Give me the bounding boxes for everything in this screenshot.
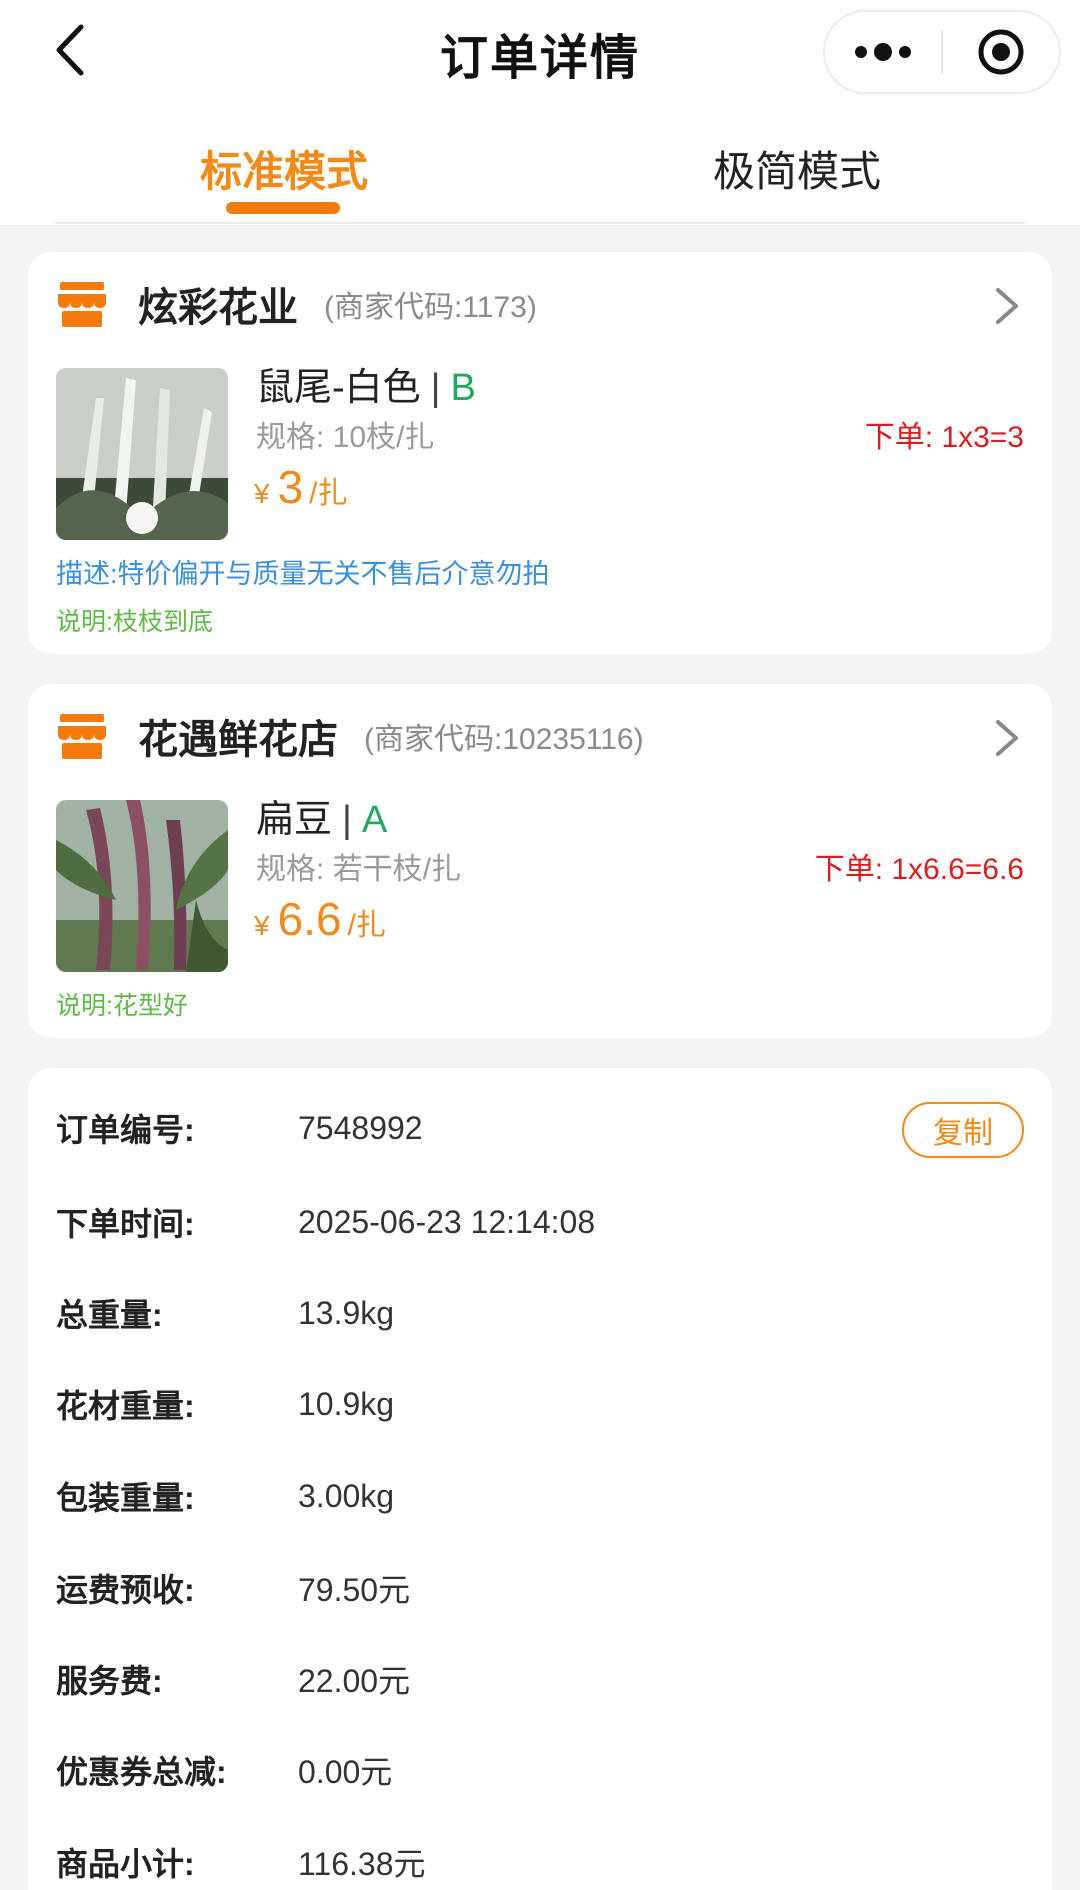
info-label: 花材重量: bbox=[56, 1388, 195, 1424]
shop-name: 炫彩花业 bbox=[138, 286, 298, 330]
tab-standard[interactable]: 标准模式 bbox=[200, 138, 368, 199]
product-name-line: 鼠尾-白色 | B bbox=[256, 356, 476, 411]
info-row-service-fee: 服务费: 22.00元 bbox=[56, 1649, 1024, 1709]
product-grade: A bbox=[361, 799, 388, 841]
info-row-subtotal: 商品小计: 116.38元 bbox=[56, 1832, 1024, 1890]
shop-card: 花遇鲜花店 (商家代码:10235116) 扁豆 | A 规格: 若干枝/扎 下单:… bbox=[28, 684, 1052, 1038]
divider bbox=[55, 222, 1025, 224]
chevron-right-icon[interactable] bbox=[992, 284, 1022, 328]
price-amount: 6.6 bbox=[277, 893, 342, 945]
product-spec: 规格: 若干枝/扎 bbox=[256, 853, 462, 886]
info-label: 运费预收: bbox=[56, 1572, 195, 1608]
product-price: ¥3/扎 bbox=[254, 460, 348, 514]
tab-minimal[interactable]: 极简模式 bbox=[713, 138, 881, 199]
info-row-order-number: 订单编号: 7548992 复制 bbox=[56, 1098, 1024, 1158]
store-icon bbox=[58, 714, 106, 759]
price-amount: 3 bbox=[277, 461, 304, 513]
info-value: 79.50元 bbox=[298, 1572, 411, 1608]
currency-symbol: ¥ bbox=[254, 478, 270, 509]
info-value: 2025-06-23 12:14:08 bbox=[298, 1203, 596, 1240]
product-name: 鼠尾-白色 bbox=[256, 367, 421, 409]
separator: | bbox=[342, 799, 352, 841]
product-description: 描述:特价偏开与质量无关不售后介意勿拍 bbox=[56, 559, 550, 589]
chevron-right-icon[interactable] bbox=[992, 716, 1022, 760]
shop-name: 花遇鲜花店 bbox=[138, 718, 338, 762]
info-row-shipping-fee: 运费预收: 79.50元 bbox=[56, 1558, 1024, 1618]
product-price: ¥6.6/扎 bbox=[254, 892, 386, 946]
info-value: 10.9kg bbox=[298, 1385, 395, 1422]
product-note: 说明:花型好 bbox=[56, 992, 188, 1020]
info-row-order-time: 下单时间: 2025-06-23 12:14:08 bbox=[56, 1192, 1024, 1252]
product-image[interactable] bbox=[56, 800, 228, 972]
info-row-package-weight: 包装重量: 3.00kg bbox=[56, 1466, 1024, 1526]
info-value: 22.00元 bbox=[298, 1663, 411, 1699]
info-value: 3.00kg bbox=[298, 1477, 395, 1514]
price-unit: /扎 bbox=[309, 477, 348, 510]
store-icon bbox=[58, 282, 106, 327]
separator: | bbox=[430, 367, 441, 409]
shop-code: (商家代码:10235116) bbox=[364, 723, 644, 756]
info-label: 包装重量: bbox=[56, 1480, 195, 1516]
product-note: 说明:枝枝到底 bbox=[56, 608, 213, 636]
info-value: 13.9kg bbox=[298, 1294, 395, 1331]
product-name-line: 扁豆 | A bbox=[256, 788, 387, 843]
more-button[interactable] bbox=[825, 12, 941, 92]
top-bar: 订单详情 标准模式 极简模式 bbox=[0, 0, 1080, 225]
active-tab-indicator bbox=[226, 202, 340, 214]
product-name: 扁豆 bbox=[256, 799, 333, 841]
info-label: 总重量: bbox=[56, 1297, 163, 1333]
mode-tabs: 标准模式 极简模式 bbox=[0, 130, 1080, 220]
info-row-flower-weight: 花材重量: 10.9kg bbox=[56, 1374, 1024, 1434]
info-value: 116.38元 bbox=[298, 1846, 426, 1882]
info-label: 优惠券总减: bbox=[56, 1754, 227, 1790]
copy-button[interactable]: 复制 bbox=[902, 1102, 1024, 1158]
shop-card: 炫彩花业 (商家代码:1173) 鼠尾-白色 | B 规格: 10枝/扎 下单: 1… bbox=[28, 252, 1052, 654]
product-grade: B bbox=[450, 367, 476, 409]
shop-header[interactable]: 花遇鲜花店 (商家代码:10235116) bbox=[56, 706, 644, 766]
info-label: 商品小计: bbox=[56, 1846, 195, 1882]
info-row-coupon-discount: 优惠券总减: 0.00元 bbox=[56, 1740, 1024, 1800]
product-image[interactable] bbox=[56, 368, 228, 540]
currency-symbol: ¥ bbox=[254, 910, 270, 941]
product-spec: 规格: 10枝/扎 bbox=[256, 421, 435, 454]
info-label: 服务费: bbox=[56, 1663, 163, 1699]
info-label: 订单编号: bbox=[56, 1112, 195, 1148]
order-calc: 下单: 1x6.6=6.6 bbox=[814, 853, 1024, 886]
order-calc: 下单: 1x3=3 bbox=[864, 421, 1024, 454]
order-number-value: 7548992 bbox=[298, 1109, 423, 1146]
price-unit: /扎 bbox=[347, 909, 386, 942]
more-dots-icon bbox=[855, 43, 911, 61]
info-row-total-weight: 总重量: 13.9kg bbox=[56, 1283, 1024, 1343]
shop-header[interactable]: 炫彩花业 (商家代码:1173) bbox=[56, 274, 537, 334]
mini-program-capsule bbox=[823, 10, 1061, 94]
target-circle-icon bbox=[978, 29, 1024, 75]
info-value: 0.00元 bbox=[298, 1754, 393, 1790]
order-info-card: 订单编号: 7548992 复制 下单时间: 2025-06-23 12:14:… bbox=[28, 1068, 1052, 1890]
info-label: 下单时间: bbox=[56, 1206, 195, 1242]
close-button[interactable] bbox=[943, 12, 1059, 92]
shop-code: (商家代码:1173) bbox=[324, 291, 537, 324]
